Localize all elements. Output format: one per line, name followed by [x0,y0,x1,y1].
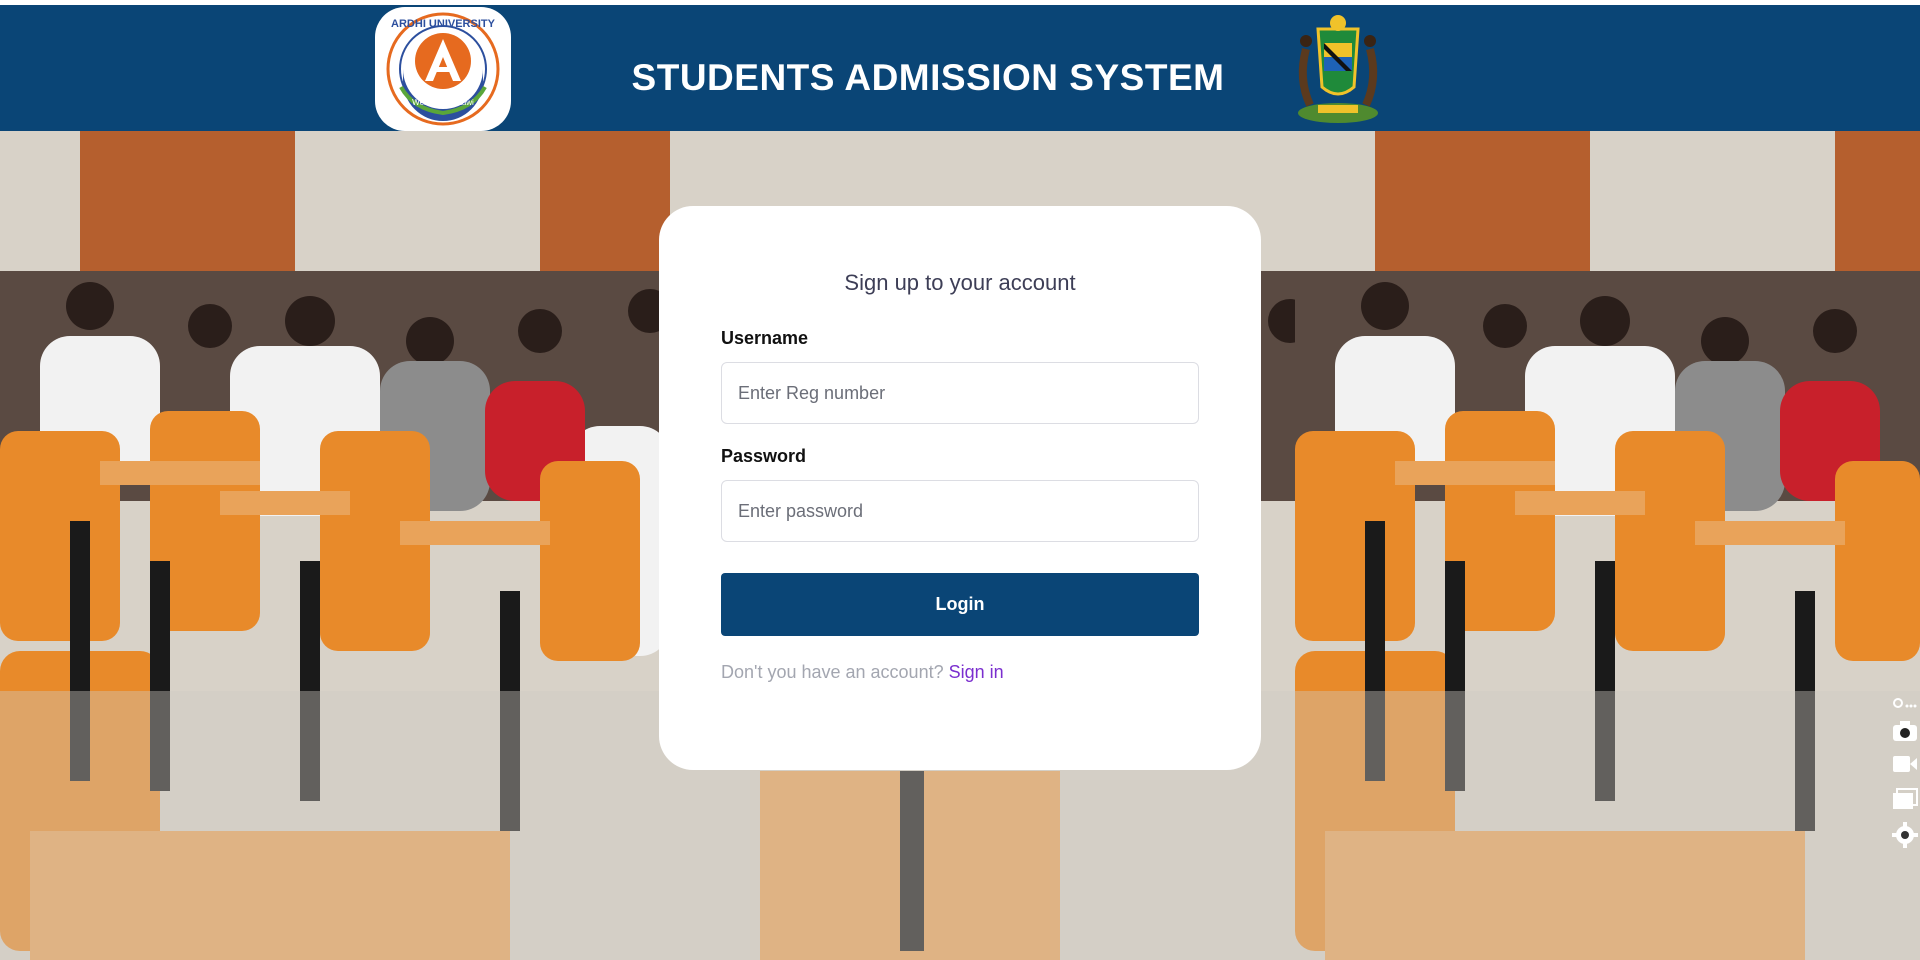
logo-university-text: ARDHI UNIVERSITY [391,18,496,30]
password-label: Password [721,446,807,466]
username-input[interactable] [721,362,1199,424]
extension-icon[interactable] [1892,696,1918,710]
username-label: Username [721,328,809,348]
login-button[interactable]: Login [721,573,1199,636]
ardhi-university-logo-icon: ARDHI UNIVERSITY Weledi na Ustawi [375,7,511,131]
logo-motto-text: Weledi na Ustawi [412,98,474,107]
window-icon[interactable] [1892,788,1918,810]
tanzania-coat-of-arms-icon [1282,7,1394,131]
settings-icon[interactable] [1892,822,1918,848]
classroom-background-photo-right [1295,131,1920,960]
app-header: ARDHI UNIVERSITY Weledi na Ustawi STUDEN… [0,5,1920,131]
camera-icon[interactable] [1892,720,1918,742]
card-title: Sign up to your account [844,270,1076,295]
page-title: STUDENTS ADMISSION SYSTEM [631,57,1225,98]
signup-prompt-text: Don't you have an account? [721,662,944,682]
signup-prompt: Don't you have an account? Sign in [721,662,1004,683]
password-input[interactable] [721,480,1199,542]
side-toolbar [1888,696,1920,852]
video-icon[interactable] [1892,754,1918,774]
login-card: Sign up to your account Username Passwor… [659,206,1261,770]
signin-link[interactable]: Sign in [949,662,1004,682]
